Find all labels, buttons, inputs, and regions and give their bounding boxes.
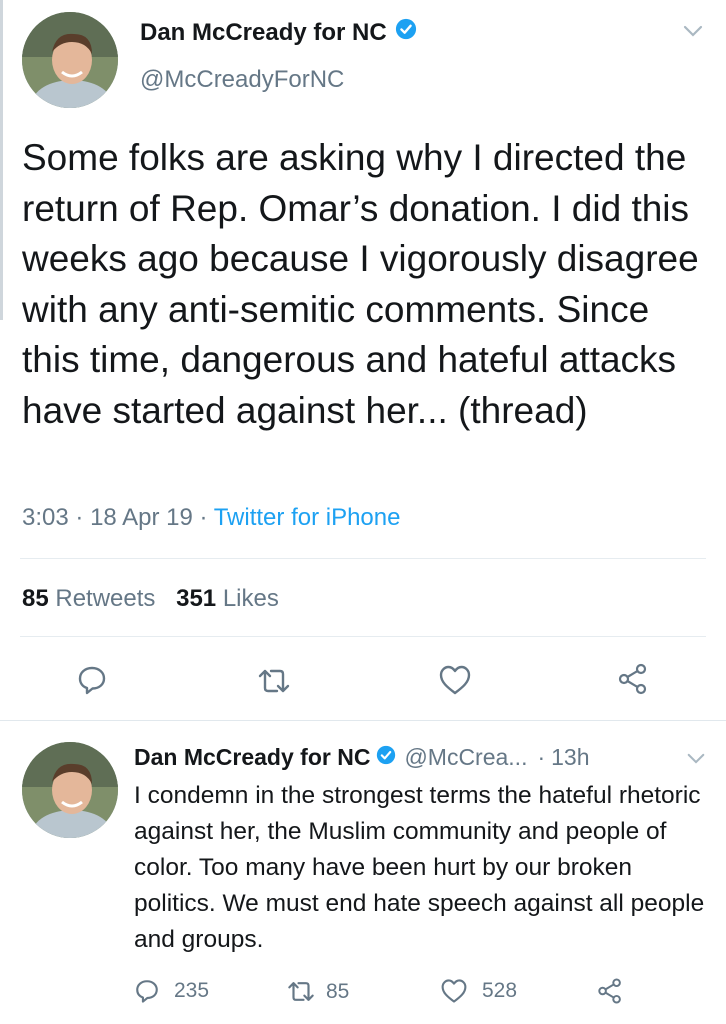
retweet-count: 85 bbox=[326, 979, 350, 1003]
reply-handle[interactable]: @McCrea... bbox=[404, 744, 527, 771]
reply-display-name[interactable]: Dan McCready for NC bbox=[134, 744, 370, 771]
verified-badge-icon bbox=[376, 744, 396, 771]
verified-badge-icon bbox=[395, 18, 417, 47]
heart-icon bbox=[439, 665, 471, 695]
heart-icon bbox=[441, 979, 467, 1003]
chevron-down-icon[interactable] bbox=[682, 24, 704, 43]
like-button[interactable] bbox=[438, 664, 472, 696]
reply-text: I condemn in the strongest terms the hat… bbox=[134, 782, 705, 953]
share-button[interactable] bbox=[596, 977, 624, 1005]
likes-stat[interactable]: 351 Likes bbox=[176, 585, 279, 612]
likes-label: Likes bbox=[222, 585, 279, 612]
author-handle[interactable]: @McCreadyForNC bbox=[140, 66, 344, 94]
share-icon bbox=[618, 663, 647, 695]
avatar[interactable] bbox=[22, 12, 118, 108]
tweet-meta: 3:03 · 18 Apr 19 · Twitter for iPhone bbox=[22, 504, 400, 532]
retweets-label: Retweets bbox=[55, 585, 156, 612]
share-button[interactable] bbox=[616, 662, 650, 696]
like-button[interactable]: 528 bbox=[440, 978, 517, 1004]
tweet-date: 18 Apr 19 bbox=[90, 504, 193, 531]
tweet-source-link[interactable]: Twitter for iPhone bbox=[214, 504, 401, 531]
reply-header: Dan McCready for NC @McCrea... · 13h bbox=[134, 744, 590, 771]
reply-icon bbox=[78, 666, 106, 695]
meta-separator: · bbox=[75, 504, 84, 531]
divider bbox=[20, 558, 706, 559]
avatar-image bbox=[22, 12, 118, 108]
tweet-stats: 85 Retweets 351 Likes bbox=[22, 585, 279, 613]
meta-separator: · bbox=[199, 504, 208, 531]
likes-count: 351 bbox=[176, 585, 217, 612]
reply-button[interactable] bbox=[76, 664, 108, 696]
share-icon bbox=[598, 978, 621, 1004]
retweet-button[interactable]: 85 bbox=[286, 979, 349, 1004]
reply-count: 235 bbox=[174, 979, 210, 1002]
tweet-separator bbox=[0, 720, 726, 721]
divider bbox=[20, 636, 706, 637]
retweet-icon bbox=[258, 669, 290, 693]
reply-age: 13h bbox=[551, 744, 590, 770]
reply-button[interactable]: 235 bbox=[134, 978, 209, 1004]
retweet-button[interactable] bbox=[256, 666, 292, 696]
tweet-time: 3:03 bbox=[22, 504, 69, 531]
avatar-image bbox=[22, 742, 118, 838]
like-count: 528 bbox=[482, 979, 518, 1002]
meta-separator: · bbox=[537, 744, 546, 770]
tweet-text: Some folks are asking why I directed the… bbox=[22, 137, 699, 431]
retweets-stat[interactable]: 85 Retweets bbox=[22, 585, 155, 612]
retweets-count: 85 bbox=[22, 585, 49, 612]
chevron-down-icon[interactable] bbox=[686, 752, 706, 770]
author-name-row[interactable]: Dan McCready for NC bbox=[140, 18, 417, 47]
reply-icon bbox=[136, 980, 158, 1003]
retweet-icon bbox=[288, 982, 314, 1001]
edge-scroll-mark bbox=[0, 0, 3, 320]
reply-avatar[interactable] bbox=[22, 742, 118, 838]
display-name[interactable]: Dan McCready for NC bbox=[140, 19, 387, 47]
